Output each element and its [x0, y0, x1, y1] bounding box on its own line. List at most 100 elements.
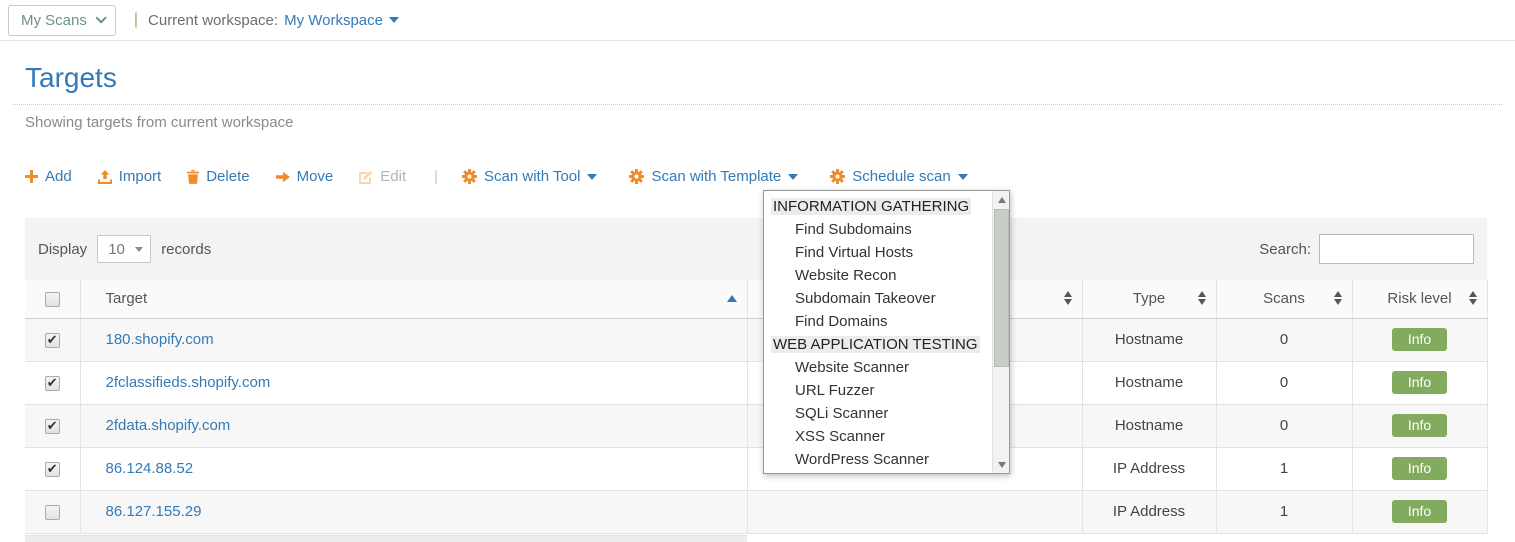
scan-with-template-label: Scan with Template [651, 168, 781, 185]
display-label: Display [38, 241, 87, 258]
target-link[interactable]: 2fclassifieds.shopify.com [106, 374, 271, 391]
toolbar-separator: | [434, 168, 438, 185]
top-bar: My Scans | Current workspace: My Workspa… [0, 0, 1515, 41]
actions-toolbar: Add Import Delete Move Edit | Scan with … [25, 168, 1000, 185]
scroll-up-arrow-icon[interactable] [993, 191, 1010, 208]
caret-down-icon [788, 174, 798, 180]
search-input[interactable] [1319, 234, 1474, 264]
targets-page: My Scans | Current workspace: My Workspa… [0, 0, 1515, 542]
risk-header-label: Risk level [1387, 290, 1451, 307]
risk-level-column-header[interactable]: Risk level [1352, 280, 1487, 318]
sort-icon [1198, 291, 1206, 305]
search-label: Search: [1259, 241, 1311, 258]
topbar-separator: | [134, 11, 138, 29]
tool-menu-item[interactable]: SQLi Scanner [764, 402, 992, 425]
select-all-checkbox[interactable] [45, 292, 60, 307]
sort-ascending-icon [727, 295, 737, 302]
type-cell: Hostname [1082, 404, 1216, 447]
records-per-page-select[interactable]: 10 [97, 235, 151, 263]
select-all-header [25, 280, 80, 318]
risk-badge[interactable]: Info [1392, 371, 1447, 394]
upload-icon [98, 170, 112, 184]
schedule-scan-dropdown[interactable]: Schedule scan [830, 168, 967, 185]
target-column-header[interactable]: Target [80, 280, 747, 318]
sort-icon [1469, 291, 1477, 305]
move-label: Move [297, 168, 334, 185]
table-row: 2fdata.shopify.com Hostname 0 Info [25, 404, 1487, 447]
scrollbar-thumb[interactable] [994, 209, 1009, 367]
tool-menu-item[interactable]: WordPress Scanner [764, 448, 992, 471]
scrollbar[interactable] [992, 191, 1009, 473]
row-checkbox[interactable] [45, 419, 60, 434]
scans-header-label: Scans [1263, 290, 1305, 307]
gear-icon [830, 169, 845, 184]
type-cell: IP Address [1082, 447, 1216, 490]
target-link[interactable]: 86.127.155.29 [106, 503, 202, 520]
search-control: Search: [1259, 234, 1474, 264]
edit-label: Edit [380, 168, 406, 185]
divider [13, 104, 1502, 105]
pencil-square-icon [359, 170, 373, 184]
add-button[interactable]: Add [25, 168, 72, 185]
schedule-scan-tool-menu: INFORMATION GATHERINGFind SubdomainsFind… [763, 190, 1010, 474]
my-scans-label: My Scans [21, 12, 87, 29]
workspace-selector[interactable]: My Workspace [284, 12, 399, 29]
tool-menu-item[interactable]: Website Recon [764, 264, 992, 287]
move-button[interactable]: Move [276, 168, 334, 185]
risk-badge[interactable]: Info [1392, 457, 1447, 480]
workspace-value: My Workspace [284, 12, 383, 29]
type-cell: Hostname [1082, 318, 1216, 361]
tool-menu-item[interactable]: Find Domains [764, 310, 992, 333]
scroll-down-arrow-icon[interactable] [993, 456, 1010, 473]
target-header-label: Target [106, 290, 148, 307]
plus-icon [25, 170, 38, 183]
table-controls: Display 10 records Search: [25, 218, 1487, 280]
row-checkbox[interactable] [45, 462, 60, 477]
row-checkbox[interactable] [45, 376, 60, 391]
row-checkbox[interactable] [45, 505, 60, 520]
add-label: Add [45, 168, 72, 185]
table-row: 180.shopify.com Hostname 0 Info [25, 318, 1487, 361]
row-checkbox[interactable] [45, 333, 60, 348]
table-row: 86.124.88.52 IP Address 1 Info [25, 447, 1487, 490]
tool-menu-item[interactable]: URL Fuzzer [764, 379, 992, 402]
scan-with-template-dropdown[interactable]: Scan with Template [629, 168, 798, 185]
type-header-label: Type [1133, 290, 1166, 307]
targets-table: Target Type Scans Risk level [25, 280, 1488, 534]
scans-cell: 1 [1216, 447, 1352, 490]
my-scans-dropdown-button[interactable]: My Scans [8, 5, 116, 36]
tool-menu-item[interactable]: Subdomain Takeover [764, 287, 992, 310]
tool-menu-item[interactable]: Website Scanner [764, 356, 992, 379]
import-button[interactable]: Import [98, 168, 162, 185]
risk-badge[interactable]: Info [1392, 414, 1447, 437]
scans-cell: 0 [1216, 404, 1352, 447]
tool-menu-item[interactable]: Find Subdomains [764, 218, 992, 241]
scans-column-header[interactable]: Scans [1216, 280, 1352, 318]
import-label: Import [119, 168, 162, 185]
target-link[interactable]: 86.124.88.52 [106, 460, 194, 477]
sort-icon [1064, 291, 1072, 305]
scan-with-tool-dropdown[interactable]: Scan with Tool [462, 168, 597, 185]
trash-icon [187, 170, 199, 184]
page-subtitle: Showing targets from current workspace [25, 114, 293, 131]
gear-icon [629, 169, 644, 184]
edit-button[interactable]: Edit [359, 168, 406, 185]
records-label: records [161, 241, 211, 258]
tool-menu-item[interactable]: Find Virtual Hosts [764, 241, 992, 264]
caret-down-icon [389, 17, 399, 23]
delete-button[interactable]: Delete [187, 168, 249, 185]
sort-icon [1334, 291, 1342, 305]
caret-down-icon [587, 174, 597, 180]
target-link[interactable]: 180.shopify.com [106, 331, 214, 348]
table-header-row: Target Type Scans Risk level [25, 280, 1487, 318]
type-cell: Hostname [1082, 361, 1216, 404]
type-column-header[interactable]: Type [1082, 280, 1216, 318]
table-row: 2fclassifieds.shopify.com Hostname 0 Inf… [25, 361, 1487, 404]
risk-badge[interactable]: Info [1392, 328, 1447, 351]
tool-menu-item[interactable]: XSS Scanner [764, 425, 992, 448]
tool-menu-list: INFORMATION GATHERINGFind SubdomainsFind… [764, 191, 992, 473]
caret-down-icon [958, 174, 968, 180]
type-cell: IP Address [1082, 490, 1216, 533]
risk-badge[interactable]: Info [1392, 500, 1447, 523]
target-link[interactable]: 2fdata.shopify.com [106, 417, 231, 434]
